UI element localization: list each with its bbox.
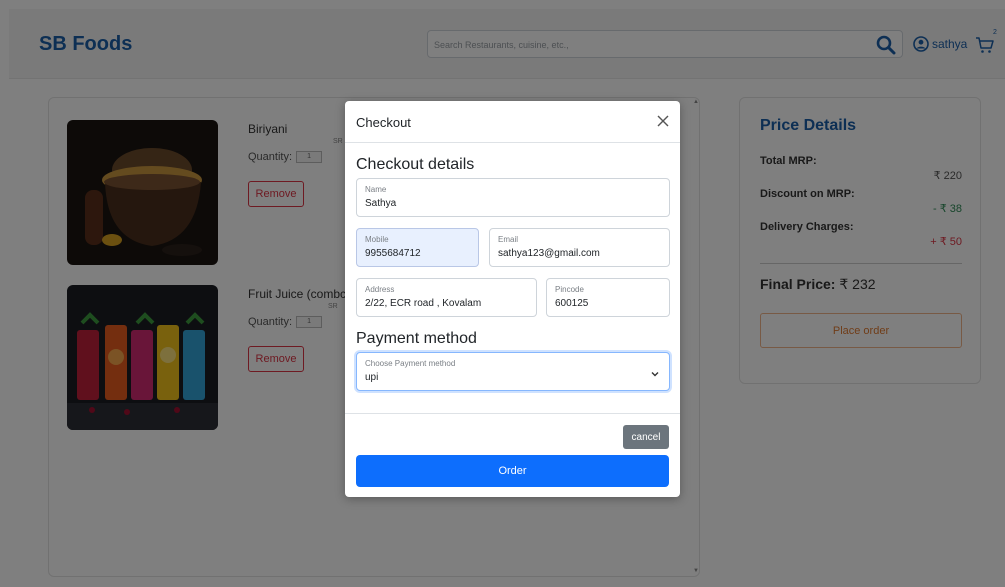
payment-method-heading: Payment method (356, 330, 477, 347)
name-field[interactable]: Name Sathya (356, 178, 670, 217)
mobile-field[interactable]: Mobile 9955684712 (356, 228, 479, 267)
address-label: Address (365, 285, 395, 294)
checkout-details-heading: Checkout details (356, 156, 475, 173)
chevron-down-icon[interactable] (650, 369, 660, 379)
cancel-button[interactable]: cancel (623, 425, 669, 449)
email-label: Email (498, 235, 519, 244)
payment-method-label: Choose Payment method (365, 359, 456, 368)
mobile-value[interactable]: 9955684712 (365, 248, 474, 259)
payment-method-select[interactable]: Choose Payment method upi (356, 352, 670, 391)
order-button[interactable]: Order (356, 455, 669, 487)
pincode-value[interactable]: 600125 (555, 298, 665, 309)
email-value[interactable]: sathya123@gmail.com (498, 248, 659, 259)
pincode-label: Pincode (555, 285, 584, 294)
address-field[interactable]: Address 2/22, ECR road , Kovalam (356, 278, 537, 317)
pincode-field[interactable]: Pincode 600125 (546, 278, 670, 317)
name-label: Name (365, 185, 387, 194)
modal-title: Checkout (356, 115, 411, 130)
mobile-label: Mobile (365, 235, 389, 244)
close-icon[interactable] (655, 113, 671, 129)
modal-header: Checkout (345, 101, 680, 143)
email-field[interactable]: Email sathya123@gmail.com (489, 228, 670, 267)
payment-method-value[interactable]: upi (365, 372, 646, 383)
address-value[interactable]: 2/22, ECR road , Kovalam (365, 298, 526, 309)
modal-footer-divider (345, 413, 680, 414)
checkout-modal: Checkout Checkout details Name Sathya Mo… (345, 101, 680, 497)
name-value[interactable]: Sathya (365, 198, 646, 209)
